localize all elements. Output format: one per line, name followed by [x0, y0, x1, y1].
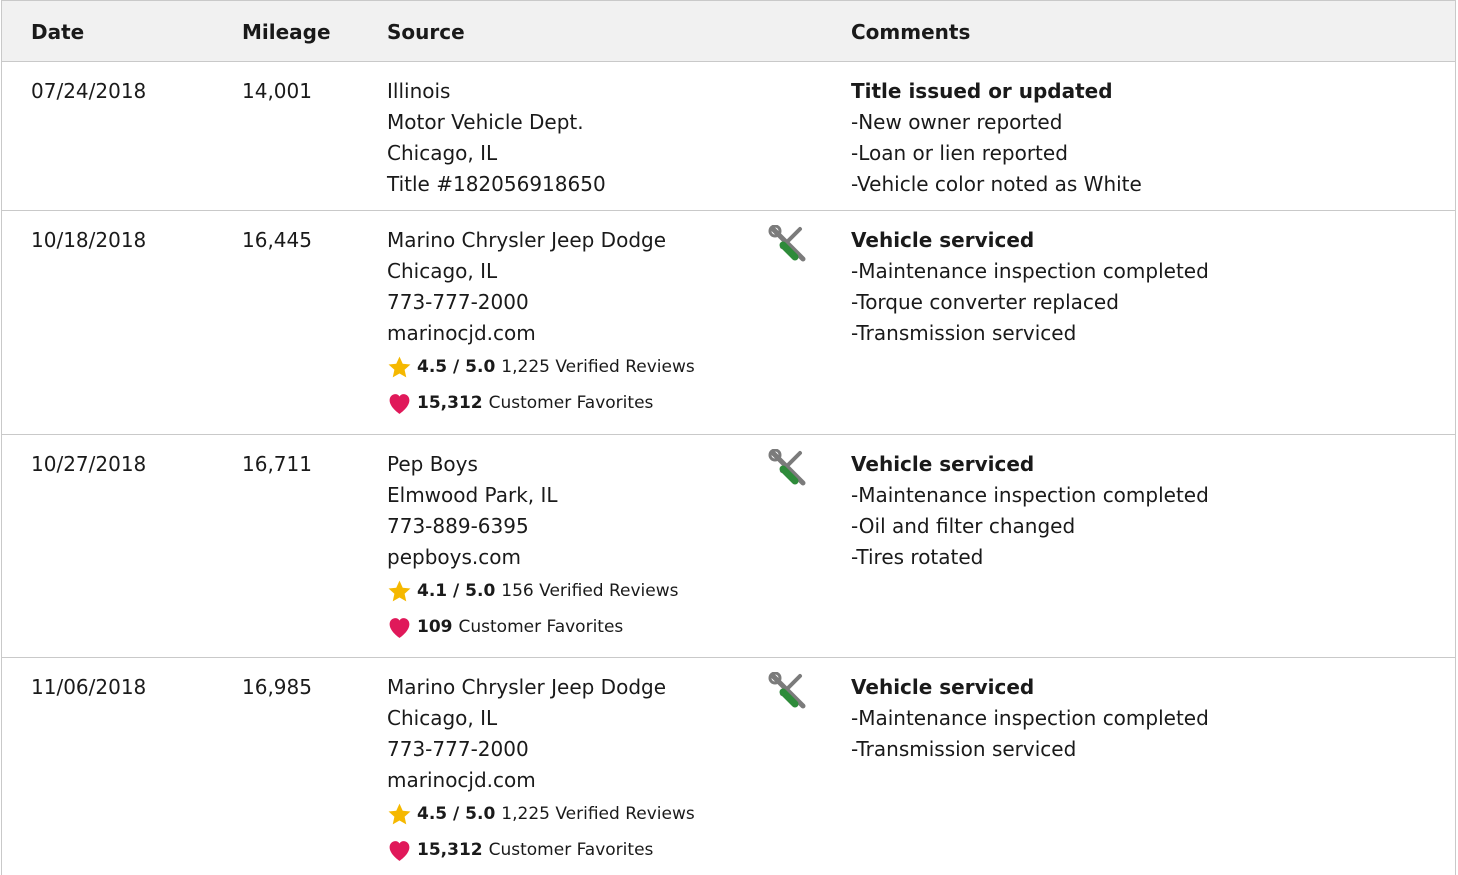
- favorites-line: 15,312 Customer Favorites: [387, 832, 695, 868]
- comment-item: -Transmission serviced: [851, 321, 1077, 345]
- source-line: Chicago, IL: [387, 259, 498, 283]
- table-row: 10/18/2018 16,445 Marino Chrysler Jeep D…: [2, 211, 1455, 435]
- favorites-count: 15,312: [417, 840, 483, 860]
- row-comments: Vehicle serviced -Maintenance inspection…: [851, 449, 1209, 573]
- header-comments: Comments: [851, 20, 971, 44]
- star-icon: [388, 356, 411, 377]
- comment-item: -Maintenance inspection completed: [851, 259, 1209, 283]
- rating-line[interactable]: 4.5 / 5.0 1,225 Verified Reviews: [387, 349, 695, 385]
- source-line: Marino Chrysler Jeep Dodge: [387, 675, 667, 699]
- row-source: Pep Boys Elmwood Park, IL 773-889-6395 p…: [387, 449, 679, 645]
- comment-title: Vehicle serviced: [851, 675, 1035, 699]
- source-line: Illinois: [387, 79, 451, 103]
- comment-item: -Oil and filter changed: [851, 514, 1076, 538]
- comment-item: -Maintenance inspection completed: [851, 706, 1209, 730]
- comment-title: Vehicle serviced: [851, 452, 1035, 476]
- row-mileage: 14,001: [242, 79, 312, 103]
- comment-title: Title issued or updated: [851, 79, 1113, 103]
- source-line: Title #182056918650: [387, 172, 606, 196]
- heart-icon: [389, 617, 410, 638]
- table-row: 07/24/2018 14,001 Illinois Motor Vehicle…: [2, 62, 1455, 211]
- vehicle-history-table: Date Mileage Source Comments 07/24/2018 …: [1, 0, 1456, 875]
- favorites-line: 15,312 Customer Favorites: [387, 385, 695, 421]
- row-source: Marino Chrysler Jeep Dodge Chicago, IL 7…: [387, 672, 695, 868]
- row-mileage: 16,711: [242, 452, 312, 476]
- heart-icon: [389, 393, 410, 414]
- review-count: 156 Verified Reviews: [501, 581, 679, 601]
- table-header: Date Mileage Source Comments: [2, 0, 1455, 62]
- row-comments: Title issued or updated -New owner repor…: [851, 76, 1142, 200]
- row-mileage: 16,445: [242, 228, 312, 252]
- source-line: Motor Vehicle Dept.: [387, 110, 584, 134]
- source-line: Pep Boys: [387, 452, 478, 476]
- comment-item: -Tires rotated: [851, 545, 984, 569]
- table-row: 11/06/2018 16,985 Marino Chrysler Jeep D…: [2, 658, 1455, 875]
- header-date: Date: [31, 20, 85, 44]
- row-source: Illinois Motor Vehicle Dept. Chicago, IL…: [387, 76, 606, 200]
- row-source: Marino Chrysler Jeep Dodge Chicago, IL 7…: [387, 225, 695, 421]
- star-icon: [388, 580, 411, 601]
- source-line: marinocjd.com: [387, 768, 536, 792]
- row-comments: Vehicle serviced -Maintenance inspection…: [851, 672, 1209, 765]
- rating-value: 4.5 / 5.0: [417, 357, 496, 377]
- row-date: 10/18/2018: [31, 228, 147, 252]
- header-mileage: Mileage: [242, 20, 331, 44]
- favorites-count: 109: [417, 617, 453, 637]
- header-source: Source: [387, 20, 465, 44]
- row-date: 11/06/2018: [31, 675, 147, 699]
- row-date: 10/27/2018: [31, 452, 147, 476]
- comment-item: -Maintenance inspection completed: [851, 483, 1209, 507]
- review-count: 1,225 Verified Reviews: [501, 357, 695, 377]
- rating-value: 4.5 / 5.0: [417, 804, 496, 824]
- comment-item: -Vehicle color noted as White: [851, 172, 1142, 196]
- comment-item: -Loan or lien reported: [851, 141, 1068, 165]
- comment-item: -Transmission serviced: [851, 737, 1077, 761]
- source-line: marinocjd.com: [387, 321, 536, 345]
- source-line: Elmwood Park, IL: [387, 483, 558, 507]
- source-line: 773-777-2000: [387, 290, 529, 314]
- service-tools-icon: [767, 672, 809, 714]
- source-line: 773-777-2000: [387, 737, 529, 761]
- source-line: Chicago, IL: [387, 706, 498, 730]
- rating-line[interactable]: 4.1 / 5.0 156 Verified Reviews: [387, 573, 679, 609]
- source-line: 773-889-6395: [387, 514, 529, 538]
- favorites-line: 109 Customer Favorites: [387, 609, 679, 645]
- favorites-label: Customer Favorites: [488, 393, 654, 413]
- table-row: 10/27/2018 16,711 Pep Boys Elmwood Park,…: [2, 435, 1455, 658]
- heart-icon: [389, 840, 410, 861]
- row-comments: Vehicle serviced -Maintenance inspection…: [851, 225, 1209, 349]
- service-tools-icon: [767, 225, 809, 267]
- source-line: pepboys.com: [387, 545, 521, 569]
- service-tools-icon: [767, 449, 809, 491]
- favorites-label: Customer Favorites: [458, 617, 624, 637]
- rating-line[interactable]: 4.5 / 5.0 1,225 Verified Reviews: [387, 796, 695, 832]
- favorites-count: 15,312: [417, 393, 483, 413]
- source-line: Marino Chrysler Jeep Dodge: [387, 228, 667, 252]
- comment-item: -Torque converter replaced: [851, 290, 1119, 314]
- favorites-label: Customer Favorites: [488, 840, 654, 860]
- source-line: Chicago, IL: [387, 141, 498, 165]
- rating-value: 4.1 / 5.0: [417, 581, 496, 601]
- star-icon: [388, 803, 411, 824]
- row-date: 07/24/2018: [31, 79, 147, 103]
- comment-title: Vehicle serviced: [851, 228, 1035, 252]
- review-count: 1,225 Verified Reviews: [501, 804, 695, 824]
- row-mileage: 16,985: [242, 675, 312, 699]
- comment-item: -New owner reported: [851, 110, 1063, 134]
